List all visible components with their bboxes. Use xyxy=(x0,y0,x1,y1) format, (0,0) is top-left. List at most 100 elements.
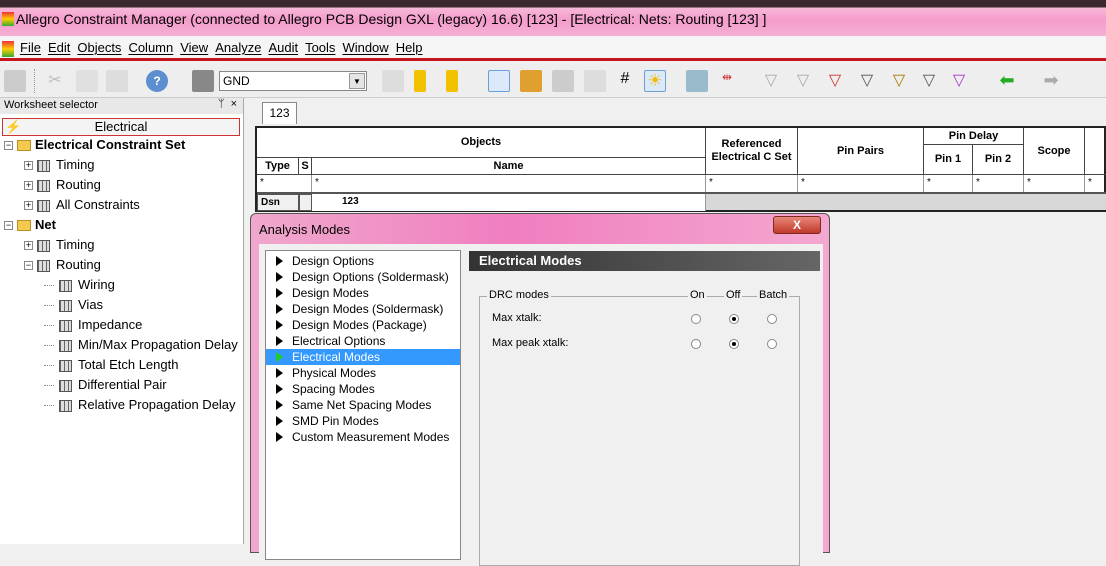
tab-123[interactable]: 123 xyxy=(262,102,297,124)
menu-column[interactable]: Column xyxy=(128,40,173,55)
menu-help[interactable]: Help xyxy=(396,40,423,55)
radio-on[interactable] xyxy=(691,314,701,324)
menu-view[interactable]: View xyxy=(180,40,208,55)
expander-icon[interactable]: − xyxy=(24,261,33,271)
tree-item[interactable]: Wiring xyxy=(44,275,115,295)
expander-icon[interactable]: − xyxy=(4,221,13,231)
back-icon[interactable]: ⬅ xyxy=(996,70,1018,92)
mode-item[interactable]: SMD Pin Modes xyxy=(266,413,460,429)
connect-icon[interactable]: ⇹ xyxy=(716,70,738,92)
radio-on[interactable] xyxy=(691,339,701,349)
mode-item[interactable]: Design Modes (Soldermask) xyxy=(266,301,460,317)
tree-item[interactable]: Impedance xyxy=(44,315,142,335)
tree-item[interactable]: − Electrical Constraint Set xyxy=(4,135,185,155)
chart-icon[interactable] xyxy=(382,70,404,92)
print-icon[interactable] xyxy=(4,70,26,92)
header-pin-delay[interactable]: Pin Delay xyxy=(924,128,1024,145)
header-pin1[interactable]: Pin 1 xyxy=(924,145,973,175)
header-s[interactable]: S xyxy=(299,158,312,175)
header-scope[interactable]: Scope xyxy=(1024,128,1085,175)
mode-item[interactable]: Physical Modes xyxy=(266,365,460,381)
menu-objects[interactable]: Objects xyxy=(77,40,121,55)
radio-off[interactable] xyxy=(729,339,739,349)
expander-icon[interactable]: + xyxy=(24,201,33,211)
sun-icon[interactable]: ☀ xyxy=(644,70,666,92)
worksheet-icon[interactable] xyxy=(488,70,510,92)
find-icon[interactable] xyxy=(192,70,214,92)
mode-item[interactable]: Same Net Spacing Modes xyxy=(266,397,460,413)
tree-item[interactable]: + Timing xyxy=(24,155,95,175)
pin-icon[interactable]: ᛘ xyxy=(218,98,225,110)
filter-x-icon[interactable]: ▽ xyxy=(824,70,846,92)
chevron-down-icon[interactable]: ▼ xyxy=(349,73,365,89)
mode-item[interactable]: Custom Measurement Modes xyxy=(266,429,460,445)
tree-item[interactable]: + Timing xyxy=(24,235,95,255)
header-type[interactable]: Type xyxy=(257,158,299,175)
filter-more[interactable]: * xyxy=(1085,175,1106,192)
mode-item[interactable]: Design Modes (Package) xyxy=(266,317,460,333)
radio-batch[interactable] xyxy=(767,314,777,324)
header-objects[interactable]: Objects xyxy=(257,128,706,158)
copy-icon[interactable] xyxy=(76,70,98,92)
tree-item[interactable]: + All Constraints xyxy=(24,195,140,215)
bookmark-down-icon[interactable] xyxy=(414,70,426,92)
filter-pin-icon[interactable]: ▽ xyxy=(856,70,878,92)
header-pin2[interactable]: Pin 2 xyxy=(973,145,1024,175)
expander-icon[interactable]: − xyxy=(4,141,13,151)
menu-file[interactable]: File xyxy=(20,40,41,55)
menu-edit[interactable]: Edit xyxy=(48,40,70,55)
expander-icon[interactable]: + xyxy=(24,161,33,171)
tree-item[interactable]: Vias xyxy=(44,295,103,315)
hash-icon[interactable]: # xyxy=(614,70,636,92)
menu-window[interactable]: Window xyxy=(342,40,388,55)
menu-audit[interactable]: Audit xyxy=(268,40,298,55)
radio-off[interactable] xyxy=(729,314,739,324)
close-button[interactable]: X xyxy=(773,216,821,234)
filter-scope[interactable]: * xyxy=(1024,175,1085,192)
electrical-button[interactable]: ⚡ Electrical xyxy=(2,118,240,136)
filter-clock-icon[interactable]: ▽ xyxy=(792,70,814,92)
mode-item[interactable]: Electrical Options xyxy=(266,333,460,349)
paste-icon[interactable] xyxy=(106,70,128,92)
tree-item[interactable]: − Routing xyxy=(24,255,101,275)
filter-star-icon[interactable]: ▽ xyxy=(888,70,910,92)
header-pin-pairs[interactable]: Pin Pairs xyxy=(798,128,924,175)
net-combo[interactable]: GND ▼ xyxy=(219,71,367,91)
header-ref-cset[interactable]: Referenced Electrical C Set xyxy=(706,128,798,175)
filter-pin1[interactable]: * xyxy=(924,175,973,192)
mode-item[interactable]: Design Modes xyxy=(266,285,460,301)
tree-item[interactable]: + Routing xyxy=(24,175,101,195)
bus-icon[interactable] xyxy=(552,70,574,92)
tree-item[interactable]: Min/Max Propagation Delay xyxy=(44,335,238,355)
help-icon[interactable]: ? xyxy=(146,70,168,92)
windows-icon[interactable] xyxy=(686,70,708,92)
filter-color-icon[interactable]: ▽ xyxy=(948,70,970,92)
tree-item[interactable]: Relative Propagation Delay xyxy=(44,395,236,415)
mode-item[interactable]: Spacing Modes xyxy=(266,381,460,397)
table-row[interactable]: Dsn 123 xyxy=(257,194,1106,211)
cset-icon[interactable] xyxy=(520,70,542,92)
radio-batch[interactable] xyxy=(767,339,777,349)
expander-icon[interactable]: + xyxy=(24,181,33,191)
filter-grid-icon[interactable]: ▽ xyxy=(918,70,940,92)
menu-tools[interactable]: Tools xyxy=(305,40,335,55)
tree-item[interactable]: Total Etch Length xyxy=(44,355,178,375)
header-name[interactable]: Name xyxy=(312,158,706,175)
filter-icon[interactable]: ▽ xyxy=(760,70,782,92)
filter-ref-cset[interactable]: * xyxy=(706,175,798,192)
expander-icon[interactable]: + xyxy=(24,241,33,251)
grid-icon[interactable] xyxy=(584,70,606,92)
filter-pin-pairs[interactable]: * xyxy=(798,175,924,192)
filter-name[interactable]: * xyxy=(312,175,706,192)
close-icon[interactable]: × xyxy=(231,98,237,110)
mode-item[interactable]: Design Options xyxy=(266,253,460,269)
tree-item[interactable]: Differential Pair xyxy=(44,375,167,395)
mode-item[interactable]: Design Options (Soldermask) xyxy=(266,269,460,285)
filter-type[interactable]: * xyxy=(257,175,312,192)
cut-icon[interactable]: ✂ xyxy=(44,70,66,92)
filter-pin2[interactable]: * xyxy=(973,175,1024,192)
mode-item[interactable]: Electrical Modes xyxy=(266,349,460,365)
menu-analyze[interactable]: Analyze xyxy=(215,40,261,55)
bookmark-up-icon[interactable] xyxy=(446,70,458,92)
tree-item[interactable]: − Net xyxy=(4,215,56,235)
